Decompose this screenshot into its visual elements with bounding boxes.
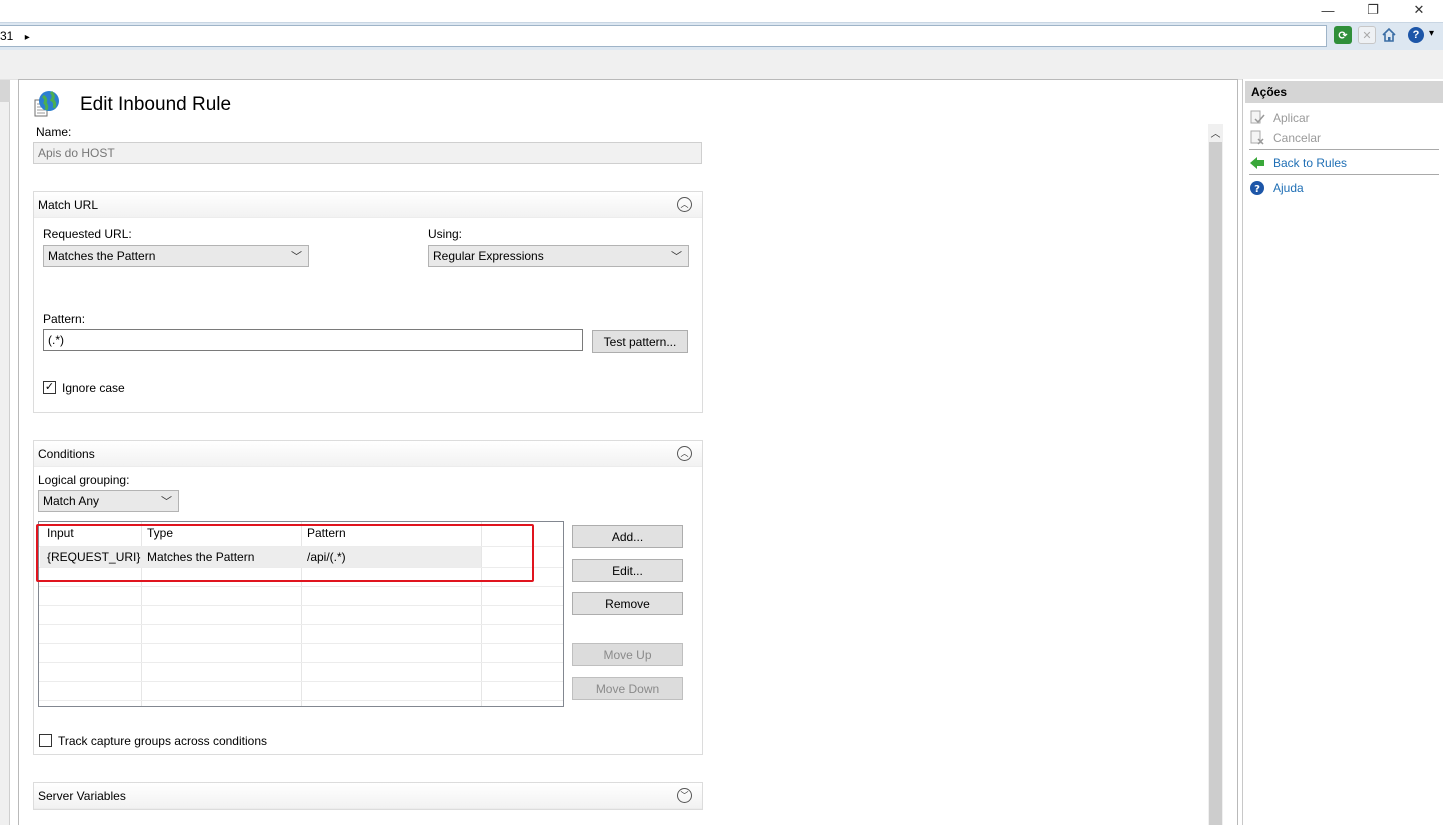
cancel-action[interactable]: Cancelar [1249, 129, 1321, 147]
match-url-group [33, 191, 703, 413]
restore-button[interactable]: ❐ [1350, 0, 1396, 20]
collapse-up-icon[interactable]: ︿ [677, 197, 692, 212]
conditions-header[interactable]: Conditions [34, 441, 702, 467]
expand-down-icon[interactable]: ﹀ [677, 788, 692, 803]
actions-separator [1249, 174, 1439, 175]
apply-action[interactable]: Aplicar [1249, 109, 1310, 127]
restore-icon: ❐ [1367, 2, 1379, 17]
using-label: Using: [428, 227, 463, 241]
logical-grouping-value: Match Any [43, 494, 100, 508]
track-capture-label: Track capture groups across conditions [58, 734, 267, 748]
edit-condition-button[interactable]: Edit... [572, 559, 683, 582]
requested-url-value: Matches the Pattern [48, 249, 156, 263]
name-field[interactable]: Apis do HOST [33, 142, 702, 164]
requested-url-label: Requested URL: [43, 227, 132, 241]
remove-condition-button[interactable]: Remove [572, 592, 683, 615]
ignore-case-label: Ignore case [62, 381, 125, 395]
chevron-down-icon: ﹀ [671, 251, 682, 263]
actions-separator [1249, 149, 1439, 150]
pattern-input[interactable]: (.*) [43, 329, 583, 351]
match-url-title: Match URL [38, 198, 99, 212]
requested-url-select[interactable]: Matches the Pattern ﹀ [43, 245, 309, 267]
close-button[interactable]: ✕ [1396, 0, 1442, 20]
move-up-button[interactable]: Move Up [572, 643, 683, 666]
refresh-icon[interactable]: ⟳ [1334, 26, 1352, 44]
breadcrumb-text: 31 [0, 29, 14, 43]
breadcrumb-arrow-icon[interactable]: ▸ [25, 32, 30, 43]
close-icon: ✕ [1413, 2, 1425, 17]
chevron-down-icon: ﹀ [161, 496, 172, 508]
using-value: Regular Expressions [433, 249, 544, 263]
back-arrow-icon [1249, 155, 1265, 171]
cancel-action-label: Cancelar [1273, 131, 1322, 145]
apply-action-label: Aplicar [1273, 111, 1310, 125]
move-down-button[interactable]: Move Down [572, 677, 683, 700]
help-action[interactable]: ? Ajuda [1249, 179, 1304, 197]
add-condition-button[interactable]: Add... [572, 525, 683, 548]
window-title-bar [0, 0, 1443, 22]
toolbar-band [0, 50, 1443, 80]
highlight-annotation-box [36, 524, 534, 582]
back-to-rules-action[interactable]: Back to Rules [1249, 154, 1347, 172]
track-capture-checkbox[interactable] [39, 734, 52, 747]
svg-text:?: ? [1254, 184, 1260, 195]
scroll-up-icon[interactable]: ︿ [1208, 124, 1223, 141]
breadcrumb[interactable]: 31 ▸ [0, 29, 30, 43]
collapse-up-icon[interactable]: ︿ [677, 446, 692, 461]
server-variables-header[interactable]: Server Variables [34, 783, 702, 809]
home-icon[interactable] [1380, 26, 1398, 44]
conditions-title: Conditions [38, 447, 95, 461]
server-variables-title: Server Variables [38, 789, 126, 803]
checkmark-icon: ✓ [44, 381, 55, 393]
back-to-rules-label: Back to Rules [1273, 156, 1348, 170]
page-title: Edit Inbound Rule [80, 94, 232, 115]
using-select[interactable]: Regular Expressions ﹀ [428, 245, 689, 267]
address-field[interactable] [0, 25, 1327, 47]
scrollbar-thumb[interactable] [1209, 142, 1222, 825]
stop-icon[interactable]: ✕ [1358, 26, 1376, 44]
actions-pane-title: Ações [1245, 81, 1443, 103]
name-label: Name: [36, 125, 72, 139]
connections-pane-header [0, 80, 10, 102]
ignore-case-checkbox[interactable]: ✓ [43, 381, 56, 394]
match-url-header[interactable]: Match URL [34, 192, 702, 218]
inbound-rule-globe-icon [34, 90, 60, 120]
help-menu-arrow-icon[interactable]: ▾ [1429, 28, 1434, 39]
help-icon: ? [1249, 180, 1265, 196]
connections-pane-edge [0, 80, 10, 825]
logical-grouping-label: Logical grouping: [38, 473, 130, 487]
minimize-button[interactable]: — [1305, 0, 1351, 20]
chevron-down-icon: ﹀ [291, 251, 302, 263]
pattern-label: Pattern: [43, 312, 86, 326]
help-action-label: Ajuda [1273, 181, 1304, 195]
minimize-icon: — [1321, 2, 1335, 18]
apply-icon [1249, 110, 1265, 126]
logical-grouping-select[interactable]: Match Any ﹀ [38, 490, 179, 512]
test-pattern-button[interactable]: Test pattern... [592, 330, 688, 353]
help-icon[interactable]: ? [1408, 27, 1424, 43]
cancel-icon [1249, 130, 1265, 146]
